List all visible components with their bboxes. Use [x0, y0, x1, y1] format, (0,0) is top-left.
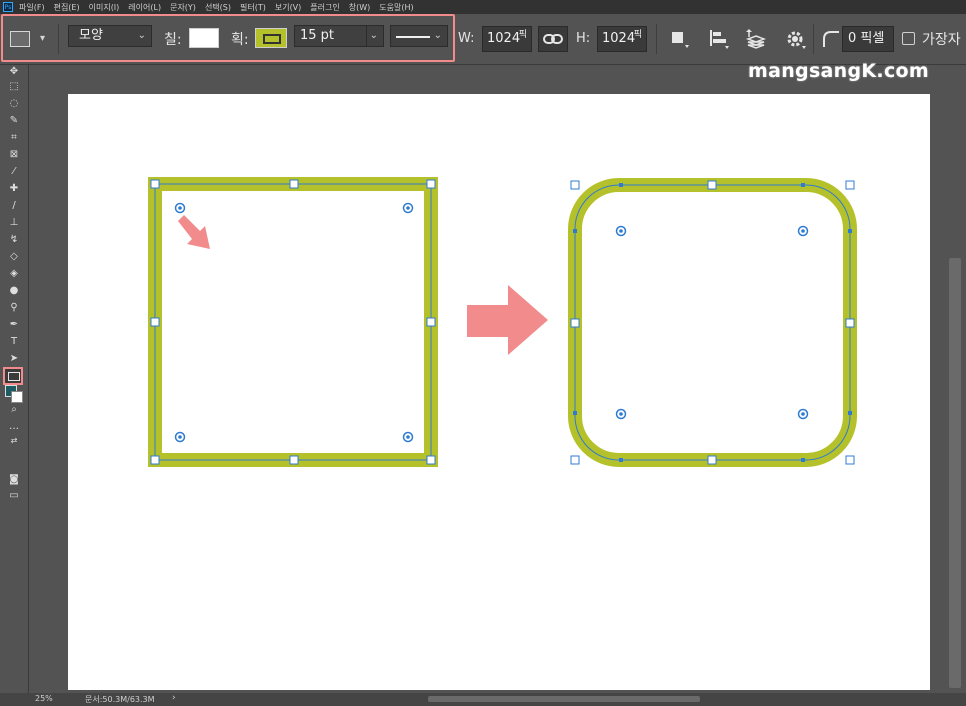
menu-file[interactable]: 파일(F)	[19, 2, 45, 13]
gear-icon	[787, 31, 806, 49]
zoom-tool-icon[interactable]: ⌕	[6, 403, 22, 417]
paint-bucket-tool-icon[interactable]: ◈	[6, 267, 22, 281]
status-bar: 25% 문서:50.3M/63.3M ›	[0, 693, 966, 706]
path-operations-button[interactable]	[669, 28, 693, 50]
divider	[656, 24, 657, 54]
arrange-layers-icon	[745, 29, 767, 49]
history-brush-tool-icon[interactable]: ↯	[6, 233, 22, 247]
menu-window[interactable]: 창(W)	[349, 2, 371, 13]
height-value: 1024	[602, 31, 636, 46]
divider	[813, 24, 814, 54]
photoshop-logo-icon[interactable]: Ps	[3, 2, 13, 12]
brush-tool-icon[interactable]: /	[6, 199, 22, 213]
menu-type[interactable]: 문자(Y)	[170, 2, 196, 13]
vertical-scrollbar-thumb[interactable]	[949, 258, 961, 688]
vertical-scrollbar[interactable]	[946, 65, 966, 693]
height-unit: 픽	[633, 30, 642, 40]
menu-layer[interactable]: 레이어(L)	[128, 2, 161, 13]
menu-filter[interactable]: 필터(T)	[240, 2, 266, 13]
swap-colors-icon[interactable]: ⇄	[6, 434, 22, 448]
menu-edit[interactable]: 편집(E)	[54, 2, 80, 13]
horizontal-scrollbar-thumb[interactable]	[428, 696, 700, 702]
zoom-level[interactable]: 25%	[35, 694, 53, 703]
height-input[interactable]: 1024 픽	[597, 26, 647, 52]
quick-select-tool-icon[interactable]: ✎	[6, 114, 22, 128]
width-value: 1024	[487, 31, 521, 46]
link-icon	[543, 34, 563, 44]
menu-bar: Ps 파일(F) 편집(E) 이미지(I) 레이어(L) 문자(Y) 선택(S)…	[0, 0, 966, 14]
quick-mask-icon[interactable]: ◙	[6, 473, 22, 487]
background-color-swatch[interactable]	[11, 391, 23, 403]
type-tool-icon[interactable]: T	[6, 335, 22, 349]
document-info: 문서:50.3M/63.3M	[85, 695, 155, 704]
path-select-tool-icon[interactable]: ➤	[6, 352, 22, 366]
lasso-tool-icon[interactable]: ◌	[6, 97, 22, 111]
width-unit: 픽	[518, 30, 527, 40]
eraser-tool-icon[interactable]: ◇	[6, 250, 22, 264]
width-label: W:	[458, 31, 475, 46]
marquee-tool-icon[interactable]: ⬚	[6, 80, 22, 94]
menu-select[interactable]: 선택(S)	[205, 2, 231, 13]
move-tool-icon[interactable]: ✥	[6, 65, 22, 79]
healing-brush-tool-icon[interactable]: ✚	[6, 182, 22, 196]
status-menu-arrow[interactable]: ›	[172, 693, 176, 703]
dodge-tool-icon[interactable]: ⚲	[6, 301, 22, 315]
tools-panel: ✥ ⬚ ◌ ✎ ⌗ ⊠ ⁄ ✚ / ⊥ ↯ ◇ ◈ ● ⚲ ✒ T ➤ ✋ ⌕ …	[0, 65, 29, 693]
link-dimensions-button[interactable]	[538, 26, 568, 52]
document-canvas[interactable]	[68, 94, 930, 690]
options-bar: ▾ 모양 ⌄ 칠: 획: 15 pt ⌄ ⌄ W: 1024 픽 H: 1024…	[0, 14, 966, 65]
screen-mode-icon[interactable]: ▭	[6, 489, 22, 503]
height-label: H:	[576, 31, 591, 46]
path-alignment-button[interactable]	[707, 28, 731, 50]
rectangle-tool-icon[interactable]	[3, 367, 23, 385]
pen-tool-icon[interactable]: ✒	[6, 318, 22, 332]
more-tools-icon[interactable]: …	[6, 420, 22, 434]
path-arrangement-button[interactable]	[744, 28, 768, 50]
highlight-box	[1, 14, 455, 62]
settings-button[interactable]	[784, 28, 808, 50]
align-edges-checkbox[interactable]	[902, 32, 915, 45]
crop-tool-icon[interactable]: ⌗	[6, 131, 22, 145]
blur-tool-icon[interactable]: ●	[6, 284, 22, 298]
corner-radius-value: 0 픽셀	[848, 31, 885, 46]
eyedropper-tool-icon[interactable]: ⁄	[6, 165, 22, 179]
menu-plugins[interactable]: 플러그인	[310, 2, 339, 13]
menu-image[interactable]: 이미지(I)	[89, 2, 120, 13]
path-operations-icon	[672, 32, 689, 48]
watermark: mangsangK.com	[748, 60, 929, 82]
menu-help[interactable]: 도움말(H)	[379, 2, 413, 13]
align-edges-label: 가장자	[922, 32, 961, 48]
corner-radius-input[interactable]: 0 픽셀	[842, 26, 894, 52]
width-input[interactable]: 1024 픽	[482, 26, 532, 52]
align-left-icon	[710, 30, 729, 49]
frame-tool-icon[interactable]: ⊠	[6, 148, 22, 162]
menu-view[interactable]: 보기(V)	[275, 2, 301, 13]
clone-stamp-tool-icon[interactable]: ⊥	[6, 216, 22, 230]
corner-radius-icon	[822, 30, 840, 52]
